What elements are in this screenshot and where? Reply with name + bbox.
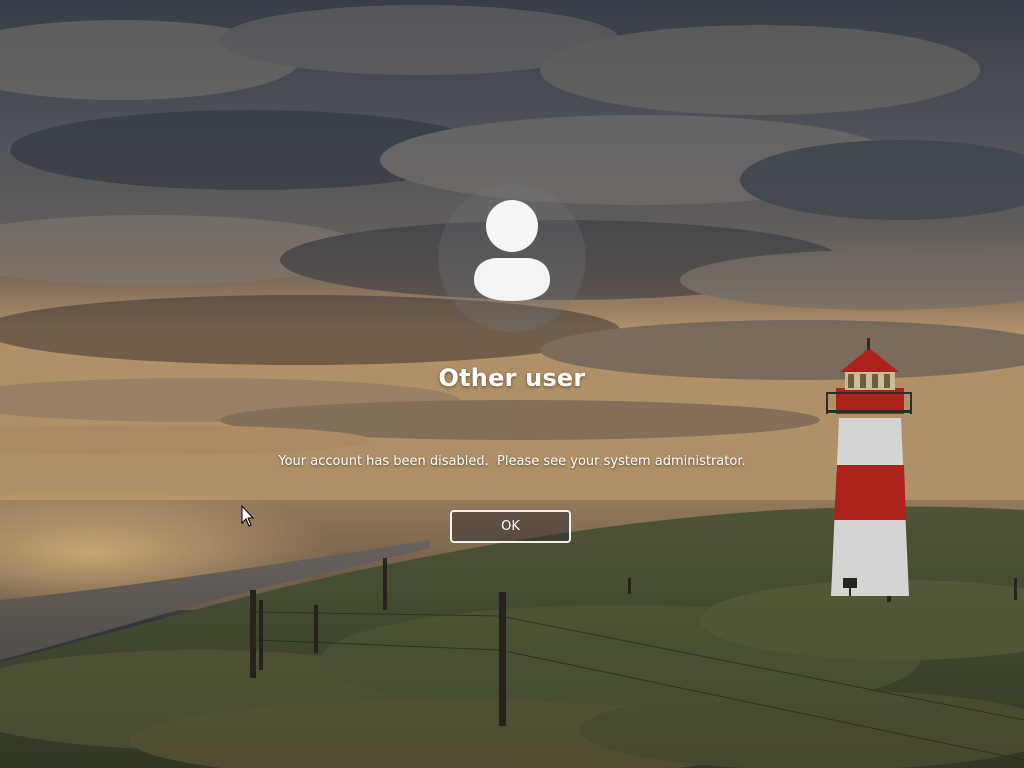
account-disabled-message: Your account has been disabled. Please s… <box>278 454 746 469</box>
mouse-pointer-icon <box>241 505 255 527</box>
ok-button[interactable]: OK <box>450 510 571 543</box>
user-avatar <box>438 184 586 332</box>
lock-screen: Other user Your account has been disable… <box>0 0 1024 768</box>
user-name-label: Other user <box>438 364 586 392</box>
user-silhouette-icon <box>474 200 550 301</box>
